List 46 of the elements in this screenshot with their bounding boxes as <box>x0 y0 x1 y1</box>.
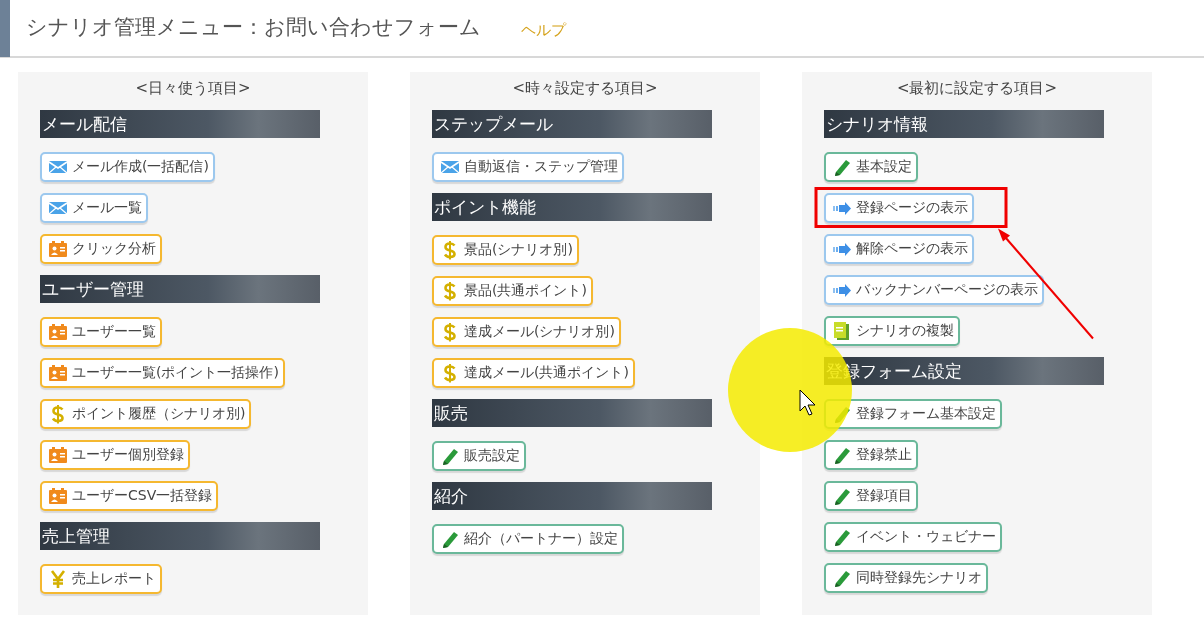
cursor-icon <box>799 389 816 416</box>
yen-icon <box>48 568 68 589</box>
section-header: シナリオ情報 <box>824 109 1104 138</box>
menu-button[interactable]: 登録禁止 <box>824 439 918 470</box>
menu-button[interactable]: 売上レポート <box>40 563 162 594</box>
menu-button[interactable]: ユーザー個別登録 <box>40 439 190 470</box>
section-header: ユーザー管理 <box>40 274 320 303</box>
header-stripe <box>0 0 10 57</box>
contact-card-icon <box>48 321 68 342</box>
menu-button[interactable]: 景品(共通ポイント) <box>432 275 593 306</box>
menu-button[interactable]: ユーザー一覧(ポイント一括操作) <box>40 357 285 388</box>
menu-button[interactable]: メール一覧 <box>40 192 148 223</box>
menu-button[interactable]: 達成メール(共通ポイント) <box>432 357 635 388</box>
menu-button[interactable]: ユーザー一覧 <box>40 316 162 347</box>
panel-heading: <最初に設定する項目> <box>895 78 1059 99</box>
contact-card-icon <box>48 238 68 259</box>
menu-button[interactable]: クリック分析 <box>40 233 162 264</box>
menu-button[interactable]: 販売設定 <box>432 440 526 471</box>
menu-button[interactable]: メール作成(一括配信) <box>40 151 215 182</box>
section-header: ポイント機能 <box>432 192 712 221</box>
panel-heading: <日々使う項目> <box>134 78 252 99</box>
page-title: シナリオ管理メニュー：お問い合わせフォーム <box>26 14 481 42</box>
menu-button[interactable]: 景品(シナリオ別) <box>432 234 579 265</box>
document-copy-icon <box>832 320 852 341</box>
menu-button[interactable]: シナリオの複製 <box>824 315 960 346</box>
menu-button[interactable]: 紹介（パートナー）設定 <box>432 523 624 554</box>
section-header: ステップメール <box>432 109 712 138</box>
contact-card-icon <box>48 362 68 383</box>
menu-button[interactable]: 登録ページの表示 <box>824 192 974 223</box>
menu-button[interactable]: 達成メール(シナリオ別) <box>432 316 621 347</box>
menu-button[interactable]: 登録項目 <box>824 480 918 511</box>
section-header: 販売 <box>432 398 712 427</box>
menu-button[interactable]: イベント・ウェビナー <box>824 521 1002 552</box>
section-header: 紹介 <box>432 481 712 510</box>
section-header: 売上管理 <box>40 521 320 550</box>
menu-button[interactable]: バックナンバーページの表示 <box>824 274 1044 305</box>
section-header: メール配信 <box>40 109 320 138</box>
menu-button[interactable]: ポイント履歴（シナリオ別) <box>40 398 252 429</box>
menu-button[interactable]: 解除ページの表示 <box>824 233 974 264</box>
contact-card-icon <box>48 444 68 465</box>
panel-heading: <時々設定する項目> <box>511 78 659 99</box>
menu-button[interactable]: 基本設定 <box>824 151 918 182</box>
contact-card-icon <box>48 485 68 506</box>
menu-button[interactable]: ユーザーCSV一括登録 <box>40 480 219 511</box>
menu-button[interactable]: 自動返信・ステップ管理 <box>432 151 624 182</box>
menu-button[interactable]: 同時登録先シナリオ <box>824 562 988 593</box>
